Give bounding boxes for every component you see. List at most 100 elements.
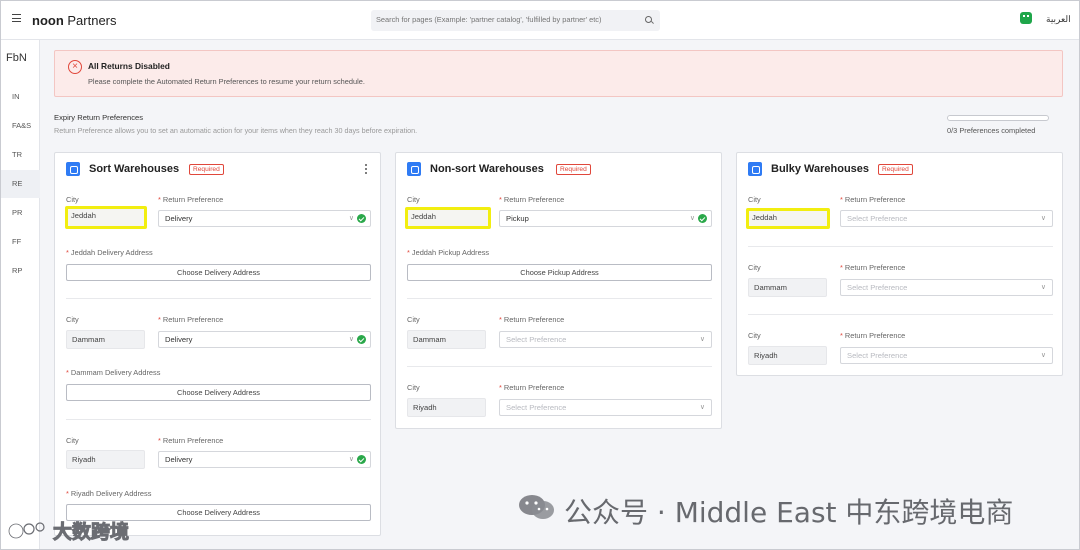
brand-logo[interactable]: noon Partners [32,13,117,28]
card-bulky-warehouses: Bulky Warehouses Required City * Return P… [736,152,1063,376]
sidebar-logo[interactable]: FbN [6,52,27,64]
city-label: City [66,195,79,204]
sidebar-item-in[interactable]: IN [1,83,40,111]
city-label: City [407,315,420,324]
address-label: * Dammam Delivery Address [66,368,161,377]
return-pref-label: * Return Preference [840,331,906,340]
city-field-riyadh: Riyadh [66,450,145,469]
city-field-riyadh: Riyadh [407,398,486,417]
required-badge: Required [556,164,591,175]
city-field-jeddah: Jeddah [405,207,491,229]
return-pref-select[interactable]: Delivery ∨ [158,451,371,468]
return-pref-select[interactable]: Pickup ∨ [499,210,712,227]
card-non-sort-warehouses: Non-sort Warehouses Required City * Retur… [395,152,722,429]
card-header: Bulky Warehouses Required [737,153,1062,187]
brand-name-rest: Partners [63,13,117,28]
sidebar-item-rp[interactable]: RP [1,257,40,285]
return-pref-label: * Return Preference [840,195,906,204]
app-window: noon Partners العربية FbN IN FA&S TR RE … [0,0,1080,550]
choose-address-button[interactable]: Choose Delivery Address [66,264,371,281]
watermark-logo-icon [8,522,45,539]
search-icon[interactable] [645,16,652,23]
sidebar-item-ff[interactable]: FF [1,228,40,256]
city-field-jeddah: Jeddah [746,208,830,229]
progress-text: 0/3 Preferences completed [947,126,1036,135]
preferences-progress-bar [947,115,1049,121]
return-pref-select[interactable]: Select Preference ∨ [840,279,1053,296]
chevron-down-icon: ∨ [1040,284,1046,291]
address-label: * Jeddah Pickup Address [407,248,490,257]
return-pref-label: * Return Preference [499,383,565,392]
brand-name-bold: noon [32,13,64,28]
city-label: City [748,263,761,272]
chevron-down-icon: ∨ [348,456,354,463]
chevron-down-icon: ∨ [699,404,705,411]
sidebar-item-fas[interactable]: FA&S [1,112,40,140]
city-label: City [748,195,761,204]
chevron-down-icon: ∨ [348,336,354,343]
search-input[interactable] [376,15,638,24]
language-switch[interactable]: العربية [1046,14,1071,25]
city-field-riyadh: Riyadh [748,346,827,365]
return-pref-label: * Return Preference [158,436,224,445]
divider [407,298,712,299]
pallet-icon [748,162,762,176]
city-label: City [66,315,79,324]
alert-title: All Returns Disabled [88,61,170,71]
city-label: City [66,436,79,445]
city-field-dammam: Dammam [748,278,827,297]
return-pref-label: * Return Preference [499,195,565,204]
chevron-down-icon: ∨ [1040,215,1046,222]
city-label: City [407,383,420,392]
more-options-icon[interactable] [365,164,368,176]
return-pref-select[interactable]: Delivery ∨ [158,210,371,227]
return-pref-select[interactable]: Delivery ∨ [158,331,371,348]
return-pref-select[interactable]: Select Preference ∨ [499,399,712,416]
address-label: * Jeddah Delivery Address [66,248,153,257]
watermark-text-left: 大数跨境 [52,521,130,544]
required-badge: Required [189,164,224,175]
card-header: Sort Warehouses Required [55,153,380,187]
watermark-text: 公众号 · Middle East 中东跨境电商 [564,496,1014,529]
city-field-dammam: Dammam [407,330,486,349]
city-label: City [407,195,420,204]
city-label: City [748,331,761,340]
card-title: Bulky Warehouses [771,163,870,175]
search-bar[interactable] [371,10,660,31]
tag-icon [66,162,80,176]
error-x-icon: × [68,60,82,74]
choose-address-button[interactable]: Choose Pickup Address [407,264,712,281]
top-bar: noon Partners العربية [1,1,1079,40]
divider [407,366,712,367]
card-title: Sort Warehouses [89,163,180,175]
required-badge: Required [878,164,913,175]
city-field-dammam: Dammam [66,330,145,349]
sidebar-item-pr[interactable]: PR [1,199,40,227]
sidebar-item-re[interactable]: RE [1,170,40,198]
divider [748,314,1053,315]
return-pref-select[interactable]: Select Preference ∨ [840,210,1053,227]
card-sort-warehouses: Sort Warehouses Required City * Return Pr… [54,152,381,536]
sidebar-item-tr[interactable]: TR [1,141,40,169]
return-pref-label: * Return Preference [158,315,224,324]
check-icon [698,214,707,223]
city-field-jeddah: Jeddah [65,206,147,229]
section-title: Expiry Return Preferences [54,113,144,122]
chevron-down-icon: ∨ [1040,352,1046,359]
card-header: Non-sort Warehouses Required [396,153,721,187]
return-pref-label: * Return Preference [158,195,224,204]
check-icon [357,214,366,223]
alert-message: Please complete the Automated Return Pre… [88,77,365,86]
chevron-down-icon: ∨ [689,215,695,222]
sidebar: FbN IN FA&S TR RE PR FF RP [1,40,40,549]
check-icon [357,335,366,344]
choose-address-button[interactable]: Choose Delivery Address [66,384,371,401]
box-icon [407,162,421,176]
return-pref-select[interactable]: Select Preference ∨ [499,331,712,348]
return-pref-label: * Return Preference [840,263,906,272]
divider [66,419,371,420]
return-pref-select[interactable]: Select Preference ∨ [840,347,1053,364]
return-pref-label: * Return Preference [499,315,565,324]
store-status-icon[interactable] [1020,12,1032,24]
hamburger-menu-icon[interactable] [12,14,21,22]
